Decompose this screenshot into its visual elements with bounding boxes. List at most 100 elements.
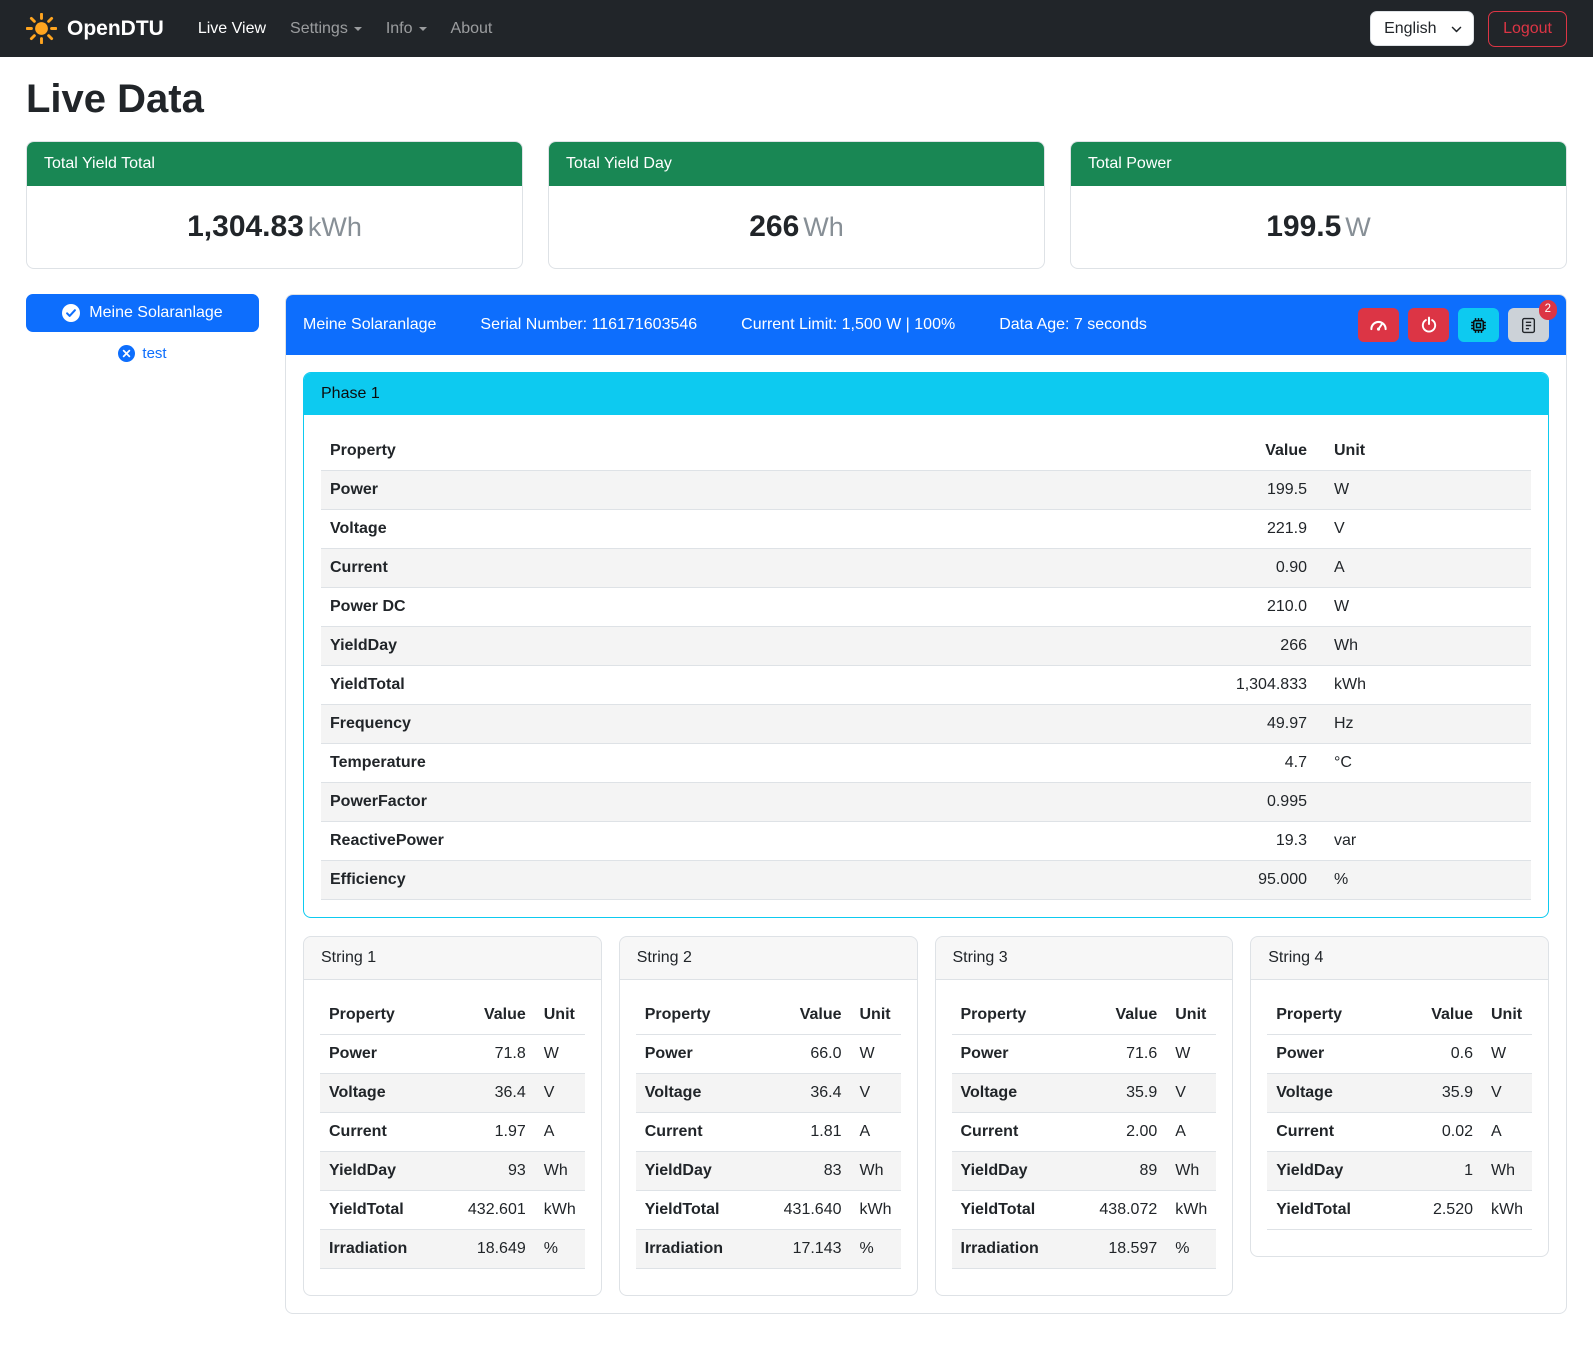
nav-live-view[interactable]: Live View: [189, 12, 275, 46]
column-unit: Unit: [851, 996, 901, 1035]
limit-settings-button[interactable]: [1358, 308, 1399, 342]
string-table: Property Value Unit Power 66.0 W Voltage…: [636, 996, 901, 1269]
table-row: ReactivePower 19.3 var: [321, 822, 1531, 861]
unit-cell: A: [1316, 549, 1531, 588]
top-navbar: OpenDTU Live View Settings Info About En…: [0, 0, 1593, 57]
property-cell: Irradiation: [952, 1230, 1072, 1269]
inverter-actions: 2: [1358, 308, 1549, 342]
unit-cell: kWh: [1166, 1191, 1216, 1230]
table-row: Voltage 35.9 V: [952, 1074, 1217, 1113]
summary-unit: kWh: [308, 212, 362, 242]
table-row: YieldTotal 1,304.833 kWh: [321, 666, 1531, 705]
table-row: PowerFactor 0.995: [321, 783, 1531, 822]
nav-about[interactable]: About: [442, 12, 502, 46]
string-body: Property Value Unit Power 71.6 W Voltage…: [936, 980, 1233, 1295]
string-title: String 2: [620, 937, 917, 980]
value-cell: 18.649: [440, 1230, 535, 1269]
nav-info[interactable]: Info: [377, 12, 436, 46]
unit-cell: kWh: [1482, 1191, 1532, 1230]
unit-cell: %: [535, 1230, 585, 1269]
property-cell: Irradiation: [320, 1230, 440, 1269]
property-cell: Current: [636, 1113, 756, 1152]
language-select-wrap: English: [1370, 11, 1474, 46]
column-property: Property: [1267, 996, 1398, 1035]
unit-cell: A: [1166, 1113, 1216, 1152]
property-cell: Voltage: [320, 1074, 440, 1113]
unit-cell: Wh: [1482, 1152, 1532, 1191]
value-cell: 66.0: [756, 1035, 851, 1074]
unit-cell: W: [1482, 1035, 1532, 1074]
table-row: Power 0.6 W: [1267, 1035, 1532, 1074]
table-row: Current 1.97 A: [320, 1113, 585, 1152]
strings-row: String 1 Property Value Unit Power: [303, 936, 1549, 1296]
value-cell: 1,304.833: [915, 666, 1317, 705]
summary-card-body: 1,304.83kWh: [27, 186, 522, 268]
value-cell: 2.520: [1398, 1191, 1482, 1230]
column-property: Property: [320, 996, 440, 1035]
table-header-row: Property Value Unit: [321, 432, 1531, 471]
check-circle-icon: [62, 304, 80, 322]
device-info-button[interactable]: [1458, 308, 1499, 342]
table-row: YieldDay 1 Wh: [1267, 1152, 1532, 1191]
unit-cell: %: [1316, 861, 1531, 900]
inverter-select-test[interactable]: test: [26, 345, 259, 362]
inverter-name: Meine Solaranlage: [303, 316, 436, 334]
brand-name: OpenDTU: [67, 17, 164, 41]
value-cell: 0.995: [915, 783, 1317, 822]
value-cell: 35.9: [1072, 1074, 1167, 1113]
unit-cell: Wh: [535, 1152, 585, 1191]
event-log-button[interactable]: 2: [1508, 308, 1549, 342]
unit-cell: kWh: [851, 1191, 901, 1230]
inverter-option-label: Meine Solaranlage: [89, 304, 222, 322]
summary-card-total-power: Total Power 199.5W: [1070, 141, 1567, 269]
table-row: Power DC 210.0 W: [321, 588, 1531, 627]
inverter-header: Meine Solaranlage Serial Number: 1161716…: [286, 295, 1566, 355]
value-cell: 431.640: [756, 1191, 851, 1230]
table-row: Current 2.00 A: [952, 1113, 1217, 1152]
value-cell: 438.072: [1072, 1191, 1167, 1230]
brand-logo[interactable]: OpenDTU: [26, 13, 164, 44]
table-row: YieldDay 93 Wh: [320, 1152, 585, 1191]
property-cell: Power: [320, 1035, 440, 1074]
string-card-3: String 3 Property Value Unit Power: [935, 936, 1234, 1296]
power-toggle-button[interactable]: [1408, 308, 1449, 342]
table-header-row: Property Value Unit: [320, 996, 585, 1035]
string-title: String 1: [304, 937, 601, 980]
string-table-body: Power 71.6 W Voltage 35.9 V Current 2.00…: [952, 1035, 1217, 1269]
property-cell: ReactivePower: [321, 822, 915, 861]
nav-settings[interactable]: Settings: [281, 12, 371, 46]
column-property: Property: [636, 996, 756, 1035]
string-body: Property Value Unit Power 71.8 W Voltage…: [304, 980, 601, 1295]
logout-button[interactable]: Logout: [1488, 11, 1567, 47]
string-table: Property Value Unit Power 71.6 W Voltage…: [952, 996, 1217, 1269]
page-title: Live Data: [26, 77, 1567, 122]
speedometer-icon: [1369, 316, 1388, 335]
property-cell: Current: [952, 1113, 1072, 1152]
column-unit: Unit: [535, 996, 585, 1035]
inverter-select-meine-solaranlage[interactable]: Meine Solaranlage: [26, 294, 259, 332]
column-value: Value: [1398, 996, 1482, 1035]
column-unit: Unit: [1316, 432, 1531, 471]
unit-cell: W: [1316, 471, 1531, 510]
table-row: YieldTotal 438.072 kWh: [952, 1191, 1217, 1230]
unit-cell: [1316, 783, 1531, 822]
table-header-row: Property Value Unit: [1267, 996, 1532, 1035]
value-cell: 0.02: [1398, 1113, 1482, 1152]
value-cell: 49.97: [915, 705, 1317, 744]
property-cell: Frequency: [321, 705, 915, 744]
property-cell: YieldTotal: [320, 1191, 440, 1230]
summary-card-total-yield-day: Total Yield Day 266Wh: [548, 141, 1045, 269]
value-cell: 95.000: [915, 861, 1317, 900]
summary-card-title: Total Power: [1071, 142, 1566, 186]
table-row: Voltage 36.4 V: [320, 1074, 585, 1113]
journal-icon: [1520, 317, 1537, 334]
property-cell: PowerFactor: [321, 783, 915, 822]
property-cell: YieldDay: [952, 1152, 1072, 1191]
value-cell: 83: [756, 1152, 851, 1191]
language-select[interactable]: English: [1370, 11, 1474, 46]
string-table-body: Power 66.0 W Voltage 36.4 V Current 1.81…: [636, 1035, 901, 1269]
value-cell: 0.90: [915, 549, 1317, 588]
inverter-card-body: Phase 1 Property Value Unit Power 199.5 …: [286, 355, 1566, 1313]
property-cell: Power: [321, 471, 915, 510]
summary-card-body: 199.5W: [1071, 186, 1566, 268]
